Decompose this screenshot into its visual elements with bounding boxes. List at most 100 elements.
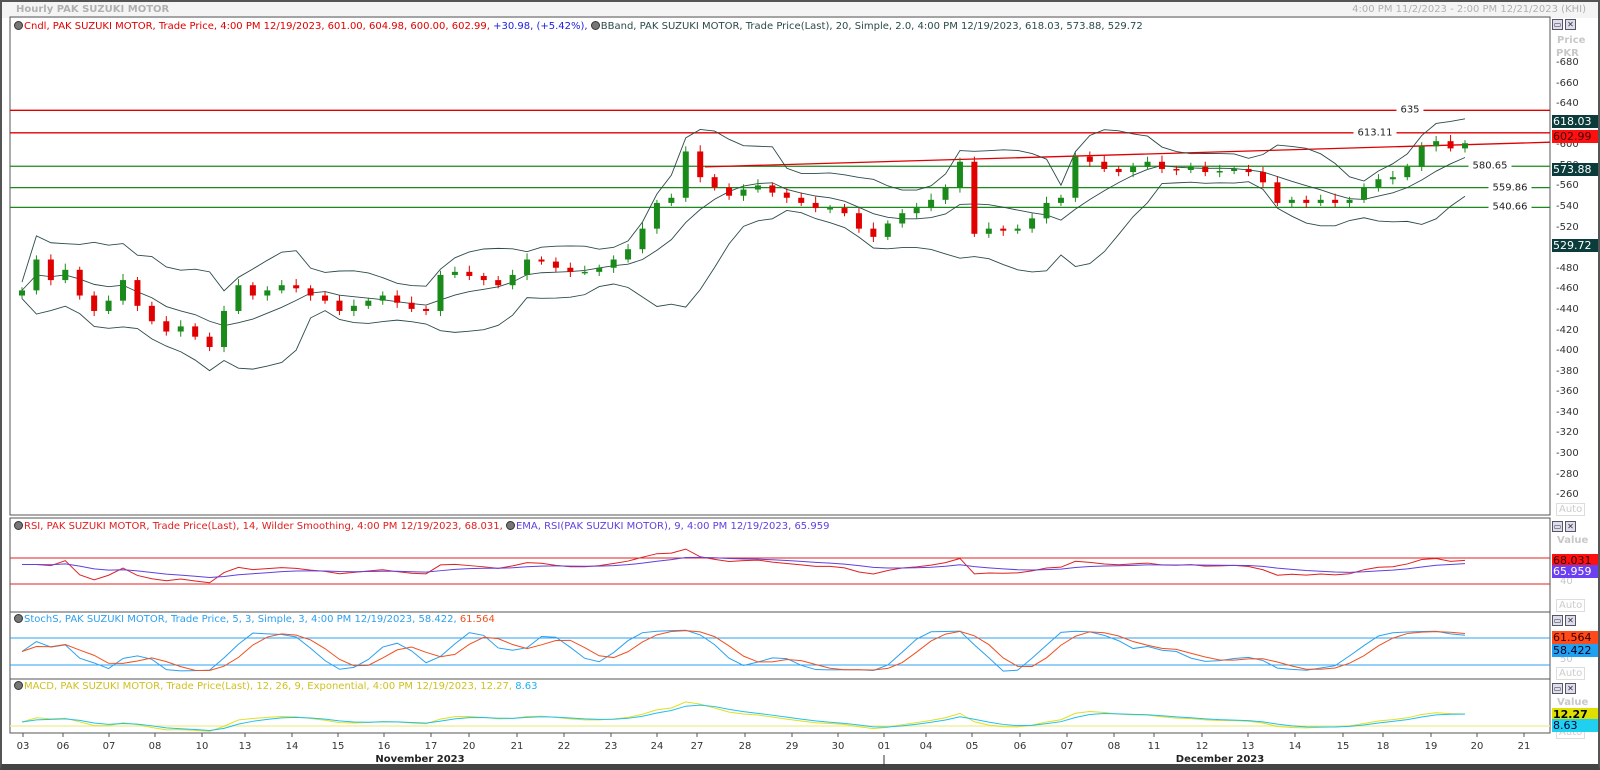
candle-body bbox=[408, 302, 415, 309]
clock-icon[interactable] bbox=[14, 521, 23, 530]
candle-body bbox=[855, 213, 862, 229]
candle-body bbox=[942, 187, 949, 200]
clock-icon[interactable] bbox=[14, 681, 23, 690]
time-tick: 17 bbox=[424, 741, 438, 752]
candle-body bbox=[1101, 161, 1108, 169]
candle-body bbox=[625, 249, 632, 260]
time-tick: 18 bbox=[1376, 741, 1390, 752]
candle-body bbox=[913, 208, 920, 214]
macd-line bbox=[21, 701, 1466, 732]
panel-frame bbox=[9, 517, 1551, 613]
candle-body bbox=[596, 267, 603, 272]
maximize-icon[interactable]: ▭ bbox=[1552, 683, 1563, 694]
price-tick: -540 bbox=[1556, 201, 1579, 213]
candle-body bbox=[884, 223, 891, 237]
candle-body bbox=[1375, 179, 1382, 188]
stoch-d-badge: 61.564 bbox=[1552, 631, 1598, 644]
candle-body bbox=[1158, 161, 1165, 169]
clock-icon[interactable] bbox=[14, 614, 23, 623]
price-panel-buttons: ▭ ✕ bbox=[1552, 19, 1576, 30]
time-tick: 01 bbox=[877, 741, 891, 752]
stoch-auto-button[interactable]: Auto bbox=[1556, 667, 1586, 680]
clock-icon[interactable] bbox=[14, 21, 23, 30]
price-tick: -260 bbox=[1556, 489, 1579, 501]
close-icon[interactable]: ✕ bbox=[1565, 19, 1576, 30]
time-tick: 28 bbox=[738, 741, 752, 752]
time-tick: 20 bbox=[462, 741, 476, 752]
candle-body bbox=[567, 267, 574, 272]
month-label: December 2023 bbox=[1175, 754, 1265, 765]
maximize-icon[interactable]: ▭ bbox=[1552, 19, 1563, 30]
price-auto-button[interactable]: Auto bbox=[1556, 503, 1586, 516]
price-tick: -460 bbox=[1556, 283, 1579, 295]
time-tick: 15 bbox=[1336, 741, 1350, 752]
clock-icon[interactable] bbox=[505, 521, 515, 530]
time-tick: 06 bbox=[56, 741, 70, 752]
candle-change: +30.98, (+5.42%), bbox=[493, 21, 588, 32]
candle-body bbox=[769, 185, 776, 193]
candle-body bbox=[33, 259, 40, 291]
candle-body bbox=[524, 259, 531, 275]
candle-body bbox=[480, 275, 487, 281]
level-label: 613.11 bbox=[1353, 127, 1397, 139]
time-tick: 07 bbox=[102, 741, 116, 752]
candle-body bbox=[509, 274, 516, 286]
time-tick: 03 bbox=[16, 741, 30, 752]
candle-body bbox=[812, 202, 819, 209]
time-tick: 04 bbox=[919, 741, 933, 752]
price-tick: -400 bbox=[1556, 345, 1579, 357]
time-tick: 30 bbox=[831, 741, 845, 752]
candle-body bbox=[1130, 166, 1137, 173]
candle-body bbox=[235, 285, 242, 311]
rsi-auto-button[interactable]: Auto bbox=[1556, 599, 1586, 612]
maximize-icon[interactable]: ▭ bbox=[1552, 521, 1563, 532]
candle-body bbox=[1216, 171, 1223, 173]
bb-mid-badge: 573.88 bbox=[1552, 163, 1598, 176]
chart-canvas[interactable] bbox=[0, 0, 1600, 770]
time-tick: 20 bbox=[1470, 741, 1484, 752]
price-tick: -320 bbox=[1556, 427, 1579, 439]
time-tick: 07 bbox=[1060, 741, 1074, 752]
stoch-k-badge: 58.422 bbox=[1552, 644, 1598, 657]
candle-legend: Cndl, PAK SUZUKI MOTOR, Trade Price, 4:0… bbox=[24, 21, 494, 32]
candle-body bbox=[394, 295, 401, 303]
price-axis-title: Price bbox=[1557, 35, 1586, 46]
panel-frame bbox=[9, 16, 1551, 516]
time-tick: 14 bbox=[1288, 741, 1302, 752]
candle-body bbox=[1433, 141, 1440, 147]
rsi-panel-buttons: ▭ ✕ bbox=[1552, 521, 1576, 532]
time-tick: 13 bbox=[238, 741, 252, 752]
candle-body bbox=[365, 300, 372, 306]
time-tick: 24 bbox=[650, 741, 664, 752]
candle-body bbox=[451, 271, 458, 275]
candle-body bbox=[307, 288, 314, 296]
close-icon[interactable]: ✕ bbox=[1565, 615, 1576, 626]
last-price-badge: 602.99 bbox=[1552, 130, 1598, 143]
candle-body bbox=[668, 197, 675, 203]
price-tick: -360 bbox=[1556, 386, 1579, 398]
candle-body bbox=[192, 326, 199, 337]
candle-body bbox=[423, 308, 430, 311]
candle-body bbox=[1187, 166, 1194, 170]
close-icon[interactable]: ✕ bbox=[1565, 521, 1576, 532]
candle-body bbox=[754, 185, 761, 190]
candle-body bbox=[740, 189, 747, 196]
close-icon[interactable]: ✕ bbox=[1565, 683, 1576, 694]
clock-icon[interactable] bbox=[590, 21, 600, 30]
time-tick: 13 bbox=[1241, 741, 1255, 752]
price-legend: Cndl, PAK SUZUKI MOTOR, Trade Price, 4:0… bbox=[14, 21, 1143, 32]
candle-body bbox=[1000, 228, 1007, 231]
bb-lower-badge: 529.72 bbox=[1552, 239, 1598, 252]
price-tick: -340 bbox=[1556, 406, 1579, 418]
candle-body bbox=[120, 280, 127, 301]
candle-body bbox=[62, 269, 69, 281]
candle-body bbox=[726, 187, 733, 196]
candle-body bbox=[177, 326, 184, 332]
price-tick: -480 bbox=[1556, 262, 1579, 274]
candle-body bbox=[1173, 168, 1180, 171]
candle-body bbox=[1231, 168, 1238, 172]
candle-body bbox=[221, 310, 228, 347]
maximize-icon[interactable]: ▭ bbox=[1552, 615, 1563, 626]
bband-upper bbox=[21, 118, 1466, 292]
candle-body bbox=[928, 199, 935, 209]
